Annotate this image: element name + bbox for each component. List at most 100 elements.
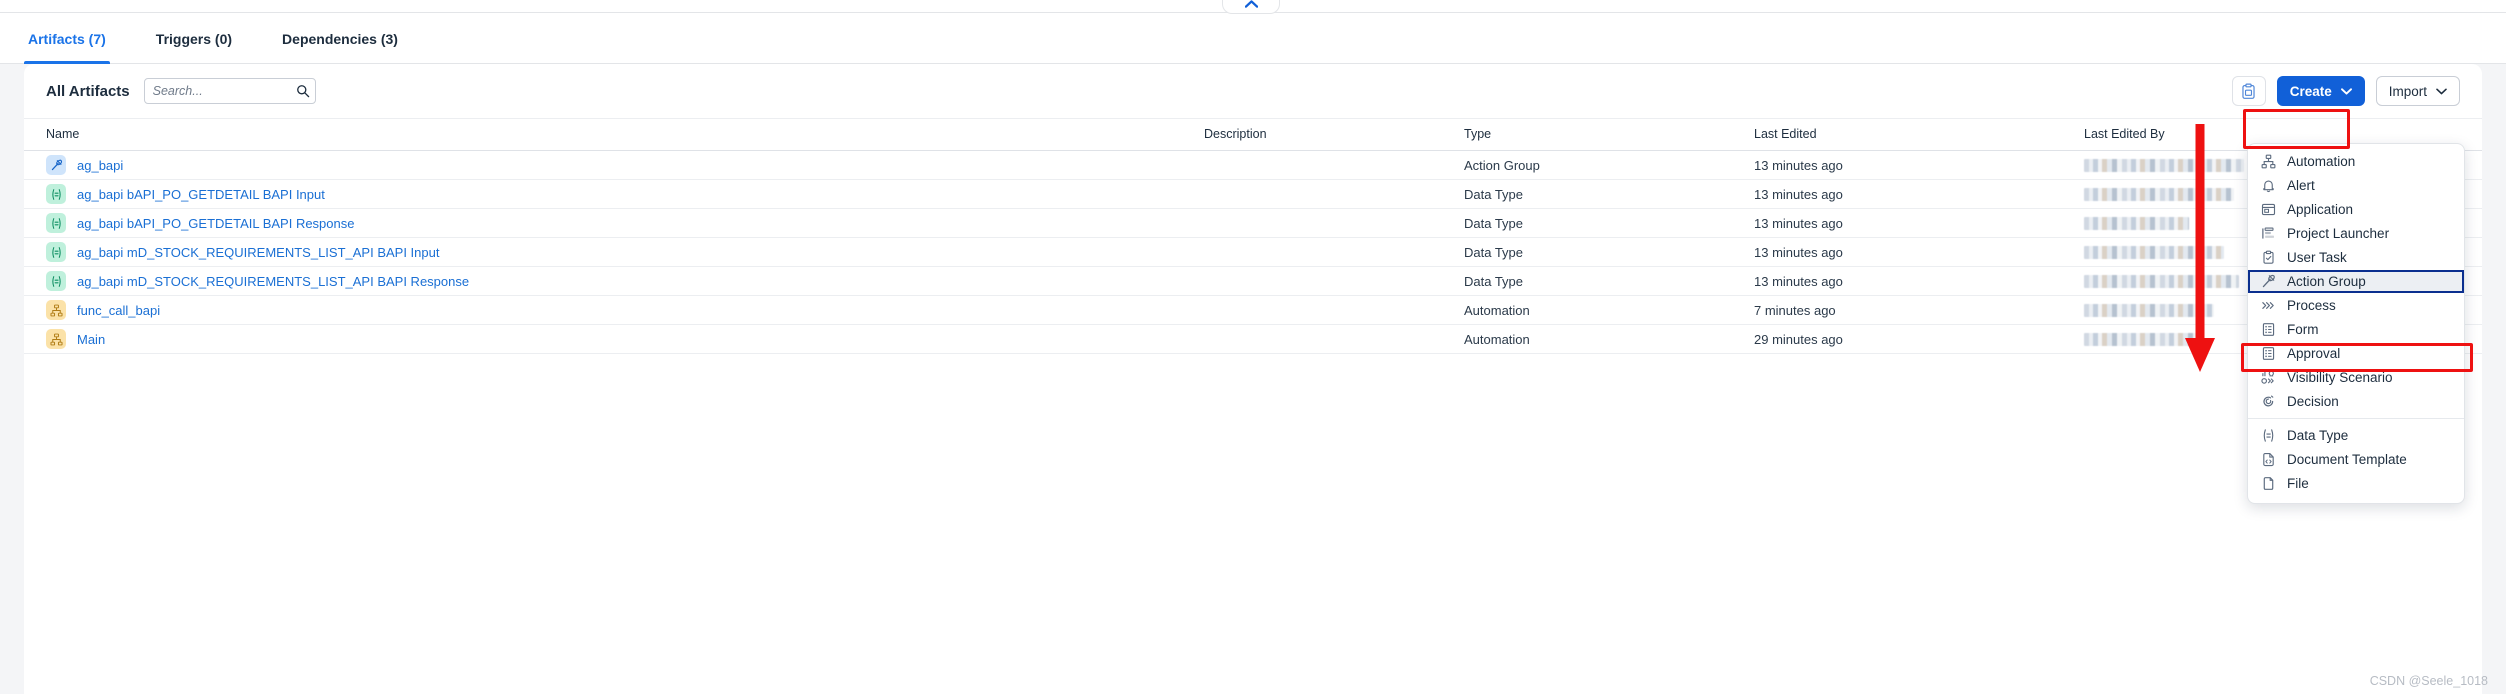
decision-icon [2260, 394, 2276, 410]
cell-name: Main [24, 324, 1204, 354]
tab-triggers-label: Triggers (0) [155, 31, 233, 47]
data-type-icon [46, 184, 66, 204]
menu-item-decision[interactable]: Decision [2248, 390, 2464, 413]
menu-item-project-launcher[interactable]: Project Launcher [2248, 222, 2464, 245]
menu-item-data-type[interactable]: Data Type [2248, 424, 2464, 447]
table-row[interactable]: ag_bapi mD_STOCK_REQUIREMENTS_LIST_API B… [24, 266, 2482, 296]
import-button[interactable]: Import [2375, 76, 2460, 106]
artifact-name-link[interactable]: ag_bapi mD_STOCK_REQUIREMENTS_LIST_API B… [77, 274, 469, 289]
cell-type: Automation [1464, 295, 1754, 325]
cell-description [1204, 266, 1464, 296]
menu-item-label: Project Launcher [2287, 226, 2390, 241]
menu-item-label: Approval [2287, 346, 2341, 361]
cell-description [1204, 295, 1464, 325]
artifact-name-link[interactable]: ag_bapi bAPI_PO_GETDETAIL BAPI Input [77, 187, 325, 202]
menu-item-user-task[interactable]: User Task [2248, 246, 2464, 269]
data-type-icon [46, 213, 66, 233]
automation-icon [46, 329, 66, 349]
redacted-value [2084, 158, 2244, 172]
page-title: All Artifacts [46, 82, 130, 100]
column-header-name[interactable]: Name [24, 118, 1204, 151]
menu-item-file[interactable]: File [2248, 472, 2464, 495]
tab-dependencies[interactable]: Dependencies (3) [278, 14, 402, 64]
create-button-label: Create [2289, 83, 2332, 99]
artifact-name-link[interactable]: func_call_bapi [77, 303, 160, 318]
redacted-value [2084, 332, 2204, 346]
menu-item-label: Process [2287, 298, 2336, 313]
menu-item-document-template[interactable]: Document Template [2248, 448, 2464, 471]
data-type-icon [46, 242, 66, 262]
tab-dependencies-label: Dependencies (3) [282, 31, 398, 47]
approval-icon [2260, 346, 2276, 362]
column-header-description[interactable]: Description [1204, 118, 1464, 151]
chevron-up-icon [1244, 0, 1258, 8]
menu-item-label: File [2287, 476, 2309, 491]
chevron-down-icon [2436, 88, 2447, 94]
cell-type: Action Group [1464, 150, 1754, 180]
redacted-value [2084, 187, 2234, 201]
table-row[interactable]: ag_bapi bAPI_PO_GETDETAIL BAPI Response … [24, 208, 2482, 238]
column-header-last-edited[interactable]: Last Edited [1754, 118, 2084, 151]
tab-artifacts[interactable]: Artifacts (7) [24, 14, 110, 65]
table-row[interactable]: ag_bapi bAPI_PO_GETDETAIL BAPI Input Dat… [24, 179, 2482, 209]
menu-item-label: Alert [2287, 178, 2315, 193]
toolbar-actions: Create Import [2231, 76, 2460, 106]
artifact-name-link[interactable]: Main [77, 332, 105, 347]
table-row[interactable]: ag_bapi mD_STOCK_REQUIREMENTS_LIST_API B… [24, 237, 2482, 267]
redacted-value [2084, 274, 2239, 288]
cell-type: Automation [1464, 324, 1754, 354]
menu-item-label: Application [2287, 202, 2354, 217]
cell-description [1204, 208, 1464, 238]
menu-item-form[interactable]: Form [2248, 318, 2464, 341]
collapse-strip [0, 0, 2506, 14]
menu-item-visibility-scenario[interactable]: Visibility Scenario [2248, 366, 2464, 389]
artifact-name-link[interactable]: ag_bapi bAPI_PO_GETDETAIL BAPI Response [77, 216, 354, 231]
menu-item-approval[interactable]: Approval [2248, 342, 2464, 365]
menu-item-alert[interactable]: Alert [2248, 174, 2464, 197]
project-launcher-icon [2260, 226, 2276, 242]
collapse-panel-button[interactable] [1222, 0, 1280, 14]
cell-description [1204, 237, 1464, 267]
cell-type: Data Type [1464, 208, 1754, 238]
redacted-value [2084, 303, 2214, 317]
menu-item-process[interactable]: Process [2248, 294, 2464, 317]
automation-icon [2260, 154, 2276, 170]
artifact-name-link[interactable]: ag_bapi [77, 158, 123, 173]
menu-item-label: Visibility Scenario [2287, 370, 2393, 385]
cell-name: ag_bapi bAPI_PO_GETDETAIL BAPI Input [24, 179, 1204, 209]
cell-last-edited: 13 minutes ago [1754, 179, 2084, 209]
content-area: All Artifacts Search... Create Import Na… [0, 64, 2506, 694]
action-group-icon [2260, 274, 2276, 290]
menu-item-action-group[interactable]: Action Group [2248, 270, 2464, 293]
menu-item-application[interactable]: Application [2248, 198, 2464, 221]
search-box [143, 78, 316, 104]
column-header-type[interactable]: Type [1464, 118, 1754, 151]
clipboard-button[interactable] [2231, 76, 2266, 106]
table-row[interactable]: Main Automation 29 minutes ago [24, 324, 2482, 354]
application-window-icon [2260, 202, 2276, 218]
cell-name: ag_bapi mD_STOCK_REQUIREMENTS_LIST_API B… [24, 266, 1204, 296]
menu-item-label: Form [2287, 322, 2319, 337]
menu-item-label: Decision [2287, 394, 2339, 409]
data-type-icon [46, 271, 66, 291]
cell-last-edited: 13 minutes ago [1754, 237, 2084, 267]
create-button[interactable]: Create [2276, 76, 2365, 106]
menu-item-automation[interactable]: Automation [2248, 150, 2464, 173]
table-row[interactable]: ag_bapi Action Group 13 minutes ago [24, 150, 2482, 180]
table-header-row: Name Description Type Last Edited Last E… [24, 118, 2482, 151]
tab-triggers[interactable]: Triggers (0) [152, 14, 236, 64]
table-body: ag_bapi Action Group 13 minutes ago ag_b… [24, 150, 2482, 354]
cell-last-edited: 29 minutes ago [1754, 324, 2084, 354]
artifact-name-link[interactable]: ag_bapi mD_STOCK_REQUIREMENTS_LIST_API B… [77, 245, 439, 260]
artifacts-table: Name Description Type Last Edited Last E… [24, 118, 2482, 354]
search-input[interactable] [143, 78, 316, 104]
form-icon [2260, 322, 2276, 338]
document-template-icon [2260, 452, 2276, 468]
bell-icon [2260, 178, 2276, 194]
clipboard-check-icon [2260, 250, 2276, 266]
menu-item-label: Document Template [2287, 452, 2407, 467]
table-row[interactable]: func_call_bapi Automation 7 minutes ago [24, 295, 2482, 325]
cell-name: ag_bapi [24, 150, 1204, 180]
process-icon [2260, 298, 2276, 314]
menu-item-label: User Task [2287, 250, 2347, 265]
